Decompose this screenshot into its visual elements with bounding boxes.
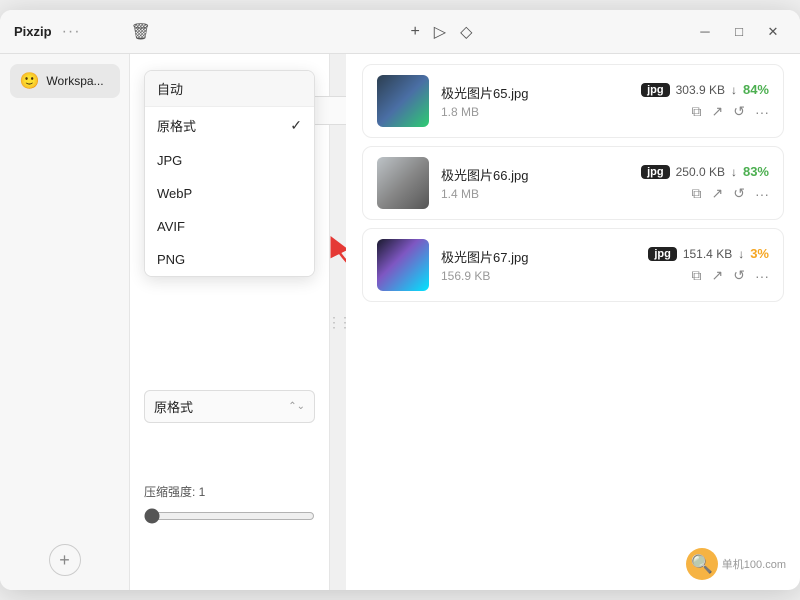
app-menu-dots[interactable]: ··· [62, 23, 81, 41]
workspace-item[interactable]: 🙂 Workspa... [10, 64, 120, 98]
open-button-1[interactable]: ↗ [712, 103, 724, 120]
file-badges-1: jpg 303.9 KB ↓ 84% [641, 82, 769, 97]
play-icon[interactable]: ▷ [434, 22, 446, 42]
add-workspace-button[interactable]: + [49, 544, 81, 576]
refresh-button-2[interactable]: ↺ [733, 185, 745, 202]
dropdown-png-option[interactable]: PNG [145, 243, 314, 276]
arrow-icon-3: ↓ [738, 247, 744, 261]
watermark-logo: 🔍 [686, 548, 718, 580]
app-window: Pixzip ··· 🗑 + ▷ ◇ － □ ✕ 🙂 Workspa... + [0, 10, 800, 590]
file-meta-3: jpg 151.4 KB ↓ 3% ⧉ ↗ ↺ ··· [648, 246, 769, 284]
file-name-2: 极光图片66.jpg [441, 165, 629, 184]
copy-button-2[interactable]: ⧉ [692, 185, 702, 202]
file-meta-1: jpg 303.9 KB ↓ 84% ⧉ ↗ ↺ ··· [641, 82, 769, 120]
trash-icon[interactable]: 🗑 [131, 22, 151, 42]
more-button-3[interactable]: ··· [755, 268, 769, 284]
more-button-1[interactable]: ··· [755, 104, 769, 120]
arrow-icon-1: ↓ [731, 83, 737, 97]
file-list-container: 极光图片65.jpg 1.8 MB jpg 303.9 KB ↓ 84% ⧉ ↗ [346, 54, 800, 590]
dropdown-webp-option[interactable]: WebP [145, 177, 314, 210]
minimize-button[interactable]: － [692, 19, 718, 45]
compression-slider[interactable] [144, 508, 315, 524]
selected-format-label: 原格式 [154, 397, 193, 416]
format-badge-3: jpg [648, 247, 677, 261]
dropdown-jpg-option[interactable]: JPG [145, 144, 314, 177]
file-actions-1: ⧉ ↗ ↺ ··· [692, 103, 769, 120]
format-badge-1: jpg [641, 83, 670, 97]
file-card-1: 极光图片65.jpg 1.8 MB jpg 303.9 KB ↓ 84% ⧉ ↗ [362, 64, 784, 138]
file-badges-3: jpg 151.4 KB ↓ 3% [648, 246, 769, 261]
dropdown-auto-option[interactable]: 自动 [145, 71, 314, 107]
compression-section: 压缩强度: 1 [144, 483, 315, 529]
settings-panel: 图标 名称 🙂 宽 高 自动 原格式 ✓ [130, 54, 330, 590]
toolbar-right: + ▷ ◇ [410, 22, 472, 42]
sidebar: 🙂 Workspa... + [0, 54, 130, 590]
file-actions-2: ⧉ ↗ ↺ ··· [692, 185, 769, 202]
format-dropdown-selected[interactable]: 原格式 ⌃⌄ [144, 390, 315, 423]
drag-handle[interactable]: ⋮⋮ [330, 54, 346, 590]
file-list: 极光图片65.jpg 1.8 MB jpg 303.9 KB ↓ 84% ⧉ ↗ [346, 54, 800, 312]
compression-label: 压缩强度: 1 [144, 483, 315, 500]
file-info-3: 极光图片67.jpg 156.9 KB [441, 247, 636, 283]
dropdown-yuangs-option[interactable]: 原格式 ✓ [145, 107, 314, 144]
format-badge-2: jpg [641, 165, 670, 179]
percent-badge-2: 83% [743, 164, 769, 179]
size-badge-3: 151.4 KB [683, 247, 732, 261]
maximize-button[interactable]: □ [726, 19, 752, 45]
workspace-icon: 🙂 [20, 71, 40, 91]
file-meta-2: jpg 250.0 KB ↓ 83% ⧉ ↗ ↺ ··· [641, 164, 769, 202]
refresh-button-3[interactable]: ↺ [733, 267, 745, 284]
sidebar-bottom: + [49, 98, 81, 590]
file-card-3: 极光图片67.jpg 156.9 KB jpg 151.4 KB ↓ 3% ⧉ … [362, 228, 784, 302]
file-thumb-3 [377, 239, 429, 291]
app-name: Pixzip [14, 24, 52, 39]
file-thumb-1 [377, 75, 429, 127]
file-badges-2: jpg 250.0 KB ↓ 83% [641, 164, 769, 179]
copy-button-3[interactable]: ⧉ [692, 267, 702, 284]
watermark-text: 单机100.com [722, 556, 786, 572]
titlebar: Pixzip ··· 🗑 + ▷ ◇ － □ ✕ [0, 10, 800, 54]
more-button-2[interactable]: ··· [755, 186, 769, 202]
file-name-1: 极光图片65.jpg [441, 83, 629, 102]
file-name-3: 极光图片67.jpg [441, 247, 636, 266]
size-badge-2: 250.0 KB [676, 165, 725, 179]
refresh-button-1[interactable]: ↺ [733, 103, 745, 120]
percent-badge-1: 84% [743, 82, 769, 97]
file-info-1: 极光图片65.jpg 1.8 MB [441, 83, 629, 119]
percent-badge-3: 3% [750, 246, 769, 261]
open-button-3[interactable]: ↗ [712, 267, 724, 284]
main-content: 🙂 Workspa... + 图标 名称 🙂 宽 高 [0, 54, 800, 590]
file-size-orig-1: 1.8 MB [441, 105, 629, 119]
arrow-icon-2: ↓ [731, 165, 737, 179]
open-button-2[interactable]: ↗ [712, 185, 724, 202]
file-thumb-2 [377, 157, 429, 209]
dropdown-avif-option[interactable]: AVIF [145, 210, 314, 243]
diamond-icon[interactable]: ◇ [460, 22, 472, 42]
file-info-2: 极光图片66.jpg 1.4 MB [441, 165, 629, 201]
copy-button-1[interactable]: ⧉ [692, 103, 702, 120]
file-size-orig-2: 1.4 MB [441, 187, 629, 201]
size-badge-1: 303.9 KB [676, 83, 725, 97]
toolbar: 🗑 [131, 22, 151, 42]
file-actions-3: ⧉ ↗ ↺ ··· [692, 267, 769, 284]
check-icon: ✓ [290, 117, 302, 134]
add-icon[interactable]: + [410, 23, 419, 41]
window-controls: － □ ✕ [692, 19, 786, 45]
dropdown-arrows-icon: ⌃⌄ [288, 401, 305, 412]
file-size-orig-3: 156.9 KB [441, 269, 636, 283]
file-card-2: 极光图片66.jpg 1.4 MB jpg 250.0 KB ↓ 83% ⧉ ↗ [362, 146, 784, 220]
format-dropdown-menu: 自动 原格式 ✓ JPG WebP AVIF PNG [144, 70, 315, 277]
close-button[interactable]: ✕ [760, 19, 786, 45]
watermark: 🔍 单机100.com [686, 548, 786, 580]
workspace-name: Workspa... [46, 74, 103, 88]
format-dropdown-wrapper: 自动 原格式 ✓ JPG WebP AVIF PNG [144, 230, 315, 423]
